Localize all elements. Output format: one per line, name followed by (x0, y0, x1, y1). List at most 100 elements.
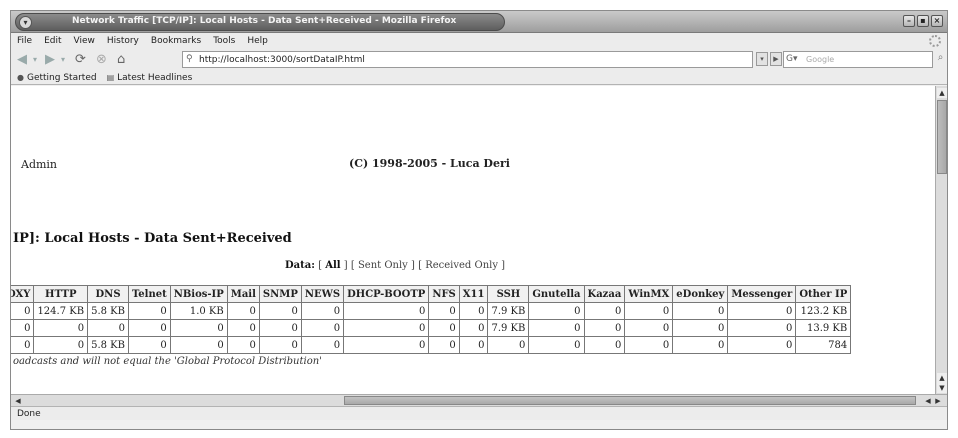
column-header[interactable]: WinMX (624, 285, 674, 303)
url-buttons: ▾ ▶ (756, 52, 782, 66)
status-bar: Done (11, 406, 947, 420)
table-cell: 0 (127, 302, 171, 320)
admin-link[interactable]: Admin (21, 158, 57, 171)
table-cell: 0 (127, 336, 171, 354)
table-cell: 0 (528, 302, 585, 320)
scroll-left-icon[interactable]: ◀ (13, 396, 23, 406)
forward-icon[interactable]: ▶ (45, 51, 55, 68)
back-icon[interactable]: ◀ (17, 51, 27, 68)
table-cell: 0 (458, 319, 489, 337)
table-cell: 0 (583, 319, 626, 337)
back-dropdown-icon[interactable]: ▾ (33, 51, 37, 68)
browser-window: ▾ Network Traffic [TCP/IP]: Local Hosts … (10, 10, 948, 430)
table-cell: 0 (11, 336, 35, 354)
scroll-up-icon[interactable]: ▲ (937, 88, 947, 98)
column-header[interactable]: Mail (226, 285, 260, 303)
column-header[interactable]: eDonkey (672, 285, 729, 303)
column-header[interactable]: Messenger (727, 285, 797, 303)
forward-dropdown-icon[interactable]: ▾ (61, 51, 65, 68)
reload-icon[interactable]: ⟳ (75, 51, 86, 68)
table-cell: 0 (33, 319, 89, 337)
table-cell: 0 (87, 319, 129, 337)
vertical-scroll-thumb[interactable] (937, 100, 947, 174)
traffic-table: OXY HTTP DNS Telnet NBios-IP Mail SNMP N… (11, 285, 852, 354)
table-cell: 784 (795, 336, 852, 354)
url-bar[interactable]: ⚲ http://localhost:3000/sortDataIP.html (182, 51, 753, 68)
table-cell: 124.7 KB (33, 302, 89, 320)
table-cell: 0 (672, 336, 729, 354)
menu-file[interactable]: File (17, 36, 32, 46)
table-cell: 0 (727, 302, 797, 320)
footnote: oadcasts and will not equal the 'Global … (13, 356, 322, 367)
title-bar: ▾ Network Traffic [TCP/IP]: Local Hosts … (11, 11, 947, 33)
column-header[interactable]: NEWS (300, 285, 345, 303)
filter-all[interactable]: All (325, 260, 340, 271)
search-bar[interactable]: G▾ Google (783, 51, 933, 68)
column-header[interactable]: Kazaa (583, 285, 626, 303)
table-cell: 7.9 KB (487, 319, 530, 337)
scroll-down-icon[interactable]: ▼ (937, 383, 947, 393)
table-cell: 0 (672, 319, 729, 337)
column-header[interactable]: SSH (487, 285, 530, 303)
column-header[interactable]: X11 (458, 285, 489, 303)
filter-bracket: ] (498, 260, 506, 271)
table-row: 0 0 0 0 0 0 0 0 0 0 0 7.9 KB 0 0 0 0 0 1… (11, 319, 852, 337)
page-heading: IP]: Local Hosts - Data Sent+Received (13, 231, 292, 246)
column-header[interactable]: DNS (87, 285, 129, 303)
column-header[interactable]: DHCP-BOOTP (343, 285, 430, 303)
go-icon[interactable]: ▶ (770, 52, 782, 66)
table-cell: 0 (583, 336, 626, 354)
horizontal-scroll-thumb[interactable] (344, 396, 916, 405)
table-cell: 0 (624, 302, 674, 320)
maximize-button[interactable]: ▪ (917, 15, 929, 27)
navigation-toolbar: ◀ ▾ ▶ ▾ ⟳ ⊗ ⌂ ⚲ http://localhost:3000/so… (11, 49, 947, 71)
column-header[interactable]: Telnet (127, 285, 171, 303)
column-header[interactable]: Other IP (795, 285, 852, 303)
column-header[interactable]: SNMP (258, 285, 302, 303)
search-icon[interactable]: ⌕ (935, 52, 946, 66)
table-cell: 0 (458, 336, 489, 354)
bookmark-latest-headlines[interactable]: ▤ Latest Headlines (107, 73, 193, 83)
close-button[interactable]: × (931, 15, 943, 27)
table-cell: 0 (343, 302, 430, 320)
filter-received-only[interactable]: Received Only (425, 260, 498, 271)
status-text: Done (17, 409, 41, 419)
table-header-row: OXY HTTP DNS Telnet NBios-IP Mail SNMP N… (11, 285, 852, 303)
menu-view[interactable]: View (74, 36, 95, 46)
bookmarks-toolbar: ● Getting Started ▤ Latest Headlines (11, 71, 947, 85)
menu-bookmarks[interactable]: Bookmarks (151, 36, 201, 46)
url-text[interactable]: http://localhost:3000/sortDataIP.html (199, 55, 365, 65)
scroll-up-icon[interactable]: ▲ (937, 373, 947, 383)
bookmark-getting-started[interactable]: ● Getting Started (17, 73, 97, 83)
window-menu-button[interactable]: ▾ (19, 16, 32, 29)
table-cell: 0 (528, 319, 585, 337)
scroll-left-icon[interactable]: ◀ (923, 396, 933, 406)
search-input[interactable]: Google (806, 55, 834, 64)
table-cell: 0 (300, 302, 345, 320)
column-header[interactable]: OXY (11, 285, 35, 303)
table-cell: 0 (343, 336, 430, 354)
vertical-scrollbar[interactable]: ▲ ▲ ▼ (935, 86, 947, 395)
search-engine-icon[interactable]: G▾ (786, 54, 798, 64)
menu-history[interactable]: History (107, 36, 139, 46)
menu-tools[interactable]: Tools (213, 36, 235, 46)
minimize-button[interactable]: – (903, 15, 915, 27)
column-header[interactable]: HTTP (33, 285, 89, 303)
horizontal-scrollbar[interactable]: ◀ ◀ ▶ (11, 394, 947, 406)
column-header[interactable]: NFS (428, 285, 460, 303)
title-pill: ▾ Network Traffic [TCP/IP]: Local Hosts … (15, 13, 505, 31)
url-history-dropdown-icon[interactable]: ▾ (756, 52, 768, 66)
menu-bar: File Edit View History Bookmarks Tools H… (11, 33, 947, 49)
bookmark-label: Getting Started (26, 72, 97, 83)
scroll-right-icon[interactable]: ▶ (933, 396, 943, 406)
menu-edit[interactable]: Edit (44, 36, 61, 46)
stop-icon[interactable]: ⊗ (96, 51, 107, 68)
column-header[interactable]: NBios-IP (169, 285, 228, 303)
table-cell: 0 (300, 336, 345, 354)
table-cell: 0 (33, 336, 89, 354)
home-icon[interactable]: ⌂ (117, 51, 125, 68)
filter-sent-only[interactable]: Sent Only (358, 260, 408, 271)
menu-help[interactable]: Help (247, 36, 268, 46)
table-cell: 0 (11, 302, 35, 320)
column-header[interactable]: Gnutella (528, 285, 585, 303)
